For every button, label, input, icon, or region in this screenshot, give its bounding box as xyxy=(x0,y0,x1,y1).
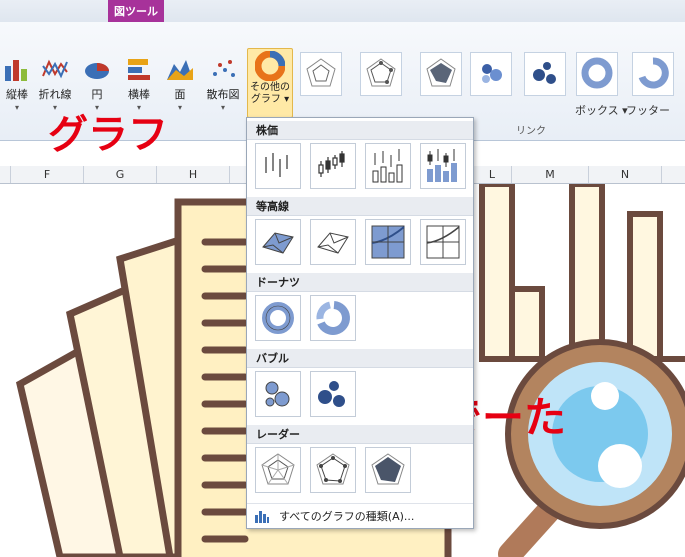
ribbon-radar-style-1[interactable] xyxy=(300,52,342,96)
footer-label[interactable]: フッター xyxy=(626,102,670,118)
stock-chart-vohlc-thumb[interactable] xyxy=(420,143,466,189)
section-surface-header: 等高線 xyxy=(247,197,473,216)
stock-chart-vhlc-thumb[interactable] xyxy=(365,143,411,189)
3d-bubble-icon xyxy=(533,62,556,84)
3d-surface-icon xyxy=(262,232,294,254)
surface-3d-thumb[interactable] xyxy=(255,219,301,265)
ribbon-bubble-style-2[interactable] xyxy=(524,52,566,96)
candlestick-icon xyxy=(318,151,345,177)
radar-markers-icon xyxy=(316,453,350,485)
column-chart-icon xyxy=(5,60,27,81)
wireframe-surface-icon xyxy=(317,232,349,254)
all-chart-types-label: すべてのグラフの種類(A)... xyxy=(279,510,415,523)
section-radar-header: レーダー xyxy=(247,425,473,444)
column-header-l[interactable]: L xyxy=(473,166,512,183)
line-chart-icon xyxy=(42,59,68,79)
stock-chart-icon xyxy=(265,153,288,177)
column-header-f[interactable]: F xyxy=(11,166,84,183)
section-doughnut-header: ドーナツ xyxy=(247,273,473,292)
radar-icon xyxy=(306,58,336,87)
ribbon-radar-style-3[interactable] xyxy=(420,52,462,96)
chevron-down-icon: ▾ xyxy=(14,103,19,112)
pie-chart-icon xyxy=(85,63,109,79)
doughnut-icon xyxy=(262,302,294,334)
ribbon-doughnut-style-2[interactable] xyxy=(632,52,674,96)
bubble-thumb[interactable] xyxy=(255,371,301,417)
radar-marker-icon xyxy=(366,58,396,87)
context-tab-drawing-tools[interactable]: 図ツール xyxy=(108,0,164,22)
group-label-link: リンク xyxy=(516,126,546,137)
3d-bubble-icon xyxy=(318,381,345,407)
doughnut-chart-icon xyxy=(255,51,285,81)
exploded-doughnut-thumb[interactable] xyxy=(310,295,356,341)
other-charts-dropdown: 株価 等高線 ドーナツ バブル レーダー すべてのグラフの種類(A)... xyxy=(246,117,474,529)
ribbon-doughnut-style-1[interactable] xyxy=(576,52,618,96)
column-header-n[interactable]: N xyxy=(589,166,662,183)
exploded-doughnut-icon xyxy=(638,57,669,89)
filled-radar-icon xyxy=(371,453,405,485)
exploded-doughnut-icon xyxy=(316,301,350,335)
contour-thumb[interactable] xyxy=(365,219,411,265)
annotation-graph-text: グラフ xyxy=(48,112,168,158)
doughnut-icon xyxy=(581,57,613,89)
area-chart-icon xyxy=(167,60,193,80)
stock-chart-hlc-thumb[interactable] xyxy=(255,143,301,189)
column-header-g[interactable]: G xyxy=(84,166,157,183)
title-bar xyxy=(0,0,685,22)
bubble-icon xyxy=(482,64,502,83)
chevron-down-icon: ▾ xyxy=(220,103,225,112)
chart-types-icon xyxy=(255,511,269,523)
scatter-chart-button[interactable]: 散布図 ▾ xyxy=(206,52,240,132)
chevron-down-icon: ▾ xyxy=(177,103,182,112)
contour-icon xyxy=(371,225,405,259)
all-chart-types-menu-item[interactable]: すべてのグラフの種類(A)... xyxy=(247,503,473,526)
scatter-chart-icon xyxy=(213,60,235,77)
wireframe-contour-icon xyxy=(426,225,460,259)
section-bubble-header: バブル xyxy=(247,349,473,368)
surface-wireframe-thumb[interactable] xyxy=(310,219,356,265)
stock-chart-ohlc-thumb[interactable] xyxy=(310,143,356,189)
ribbon-radar-style-2[interactable] xyxy=(360,52,402,96)
volume-candlestick-icon xyxy=(427,149,457,182)
column-header-m[interactable]: M xyxy=(512,166,589,183)
area-chart-button[interactable]: 面 ▾ xyxy=(163,52,197,132)
3d-bubble-thumb[interactable] xyxy=(310,371,356,417)
section-stock-header: 株価 xyxy=(247,121,473,140)
column-header-h[interactable]: H xyxy=(157,166,230,183)
column-chart-button[interactable]: 縦棒 ▾ xyxy=(0,52,34,132)
volume-stock-icon xyxy=(372,149,403,183)
contour-wireframe-thumb[interactable] xyxy=(420,219,466,265)
bubble-icon xyxy=(265,381,290,407)
filled-radar-thumb[interactable] xyxy=(365,447,411,493)
radar-markers-thumb[interactable] xyxy=(310,447,356,493)
radar-thumb[interactable] xyxy=(255,447,301,493)
bar-chart-icon xyxy=(128,59,150,80)
radar-icon xyxy=(261,453,295,485)
other-charts-button[interactable]: その他の グラフ ▾ xyxy=(247,48,293,118)
ribbon-bubble-style-1[interactable] xyxy=(470,52,512,96)
box-label[interactable]: ボックス ▾ xyxy=(575,102,628,118)
filled-radar-icon xyxy=(426,58,456,87)
doughnut-thumb[interactable] xyxy=(255,295,301,341)
